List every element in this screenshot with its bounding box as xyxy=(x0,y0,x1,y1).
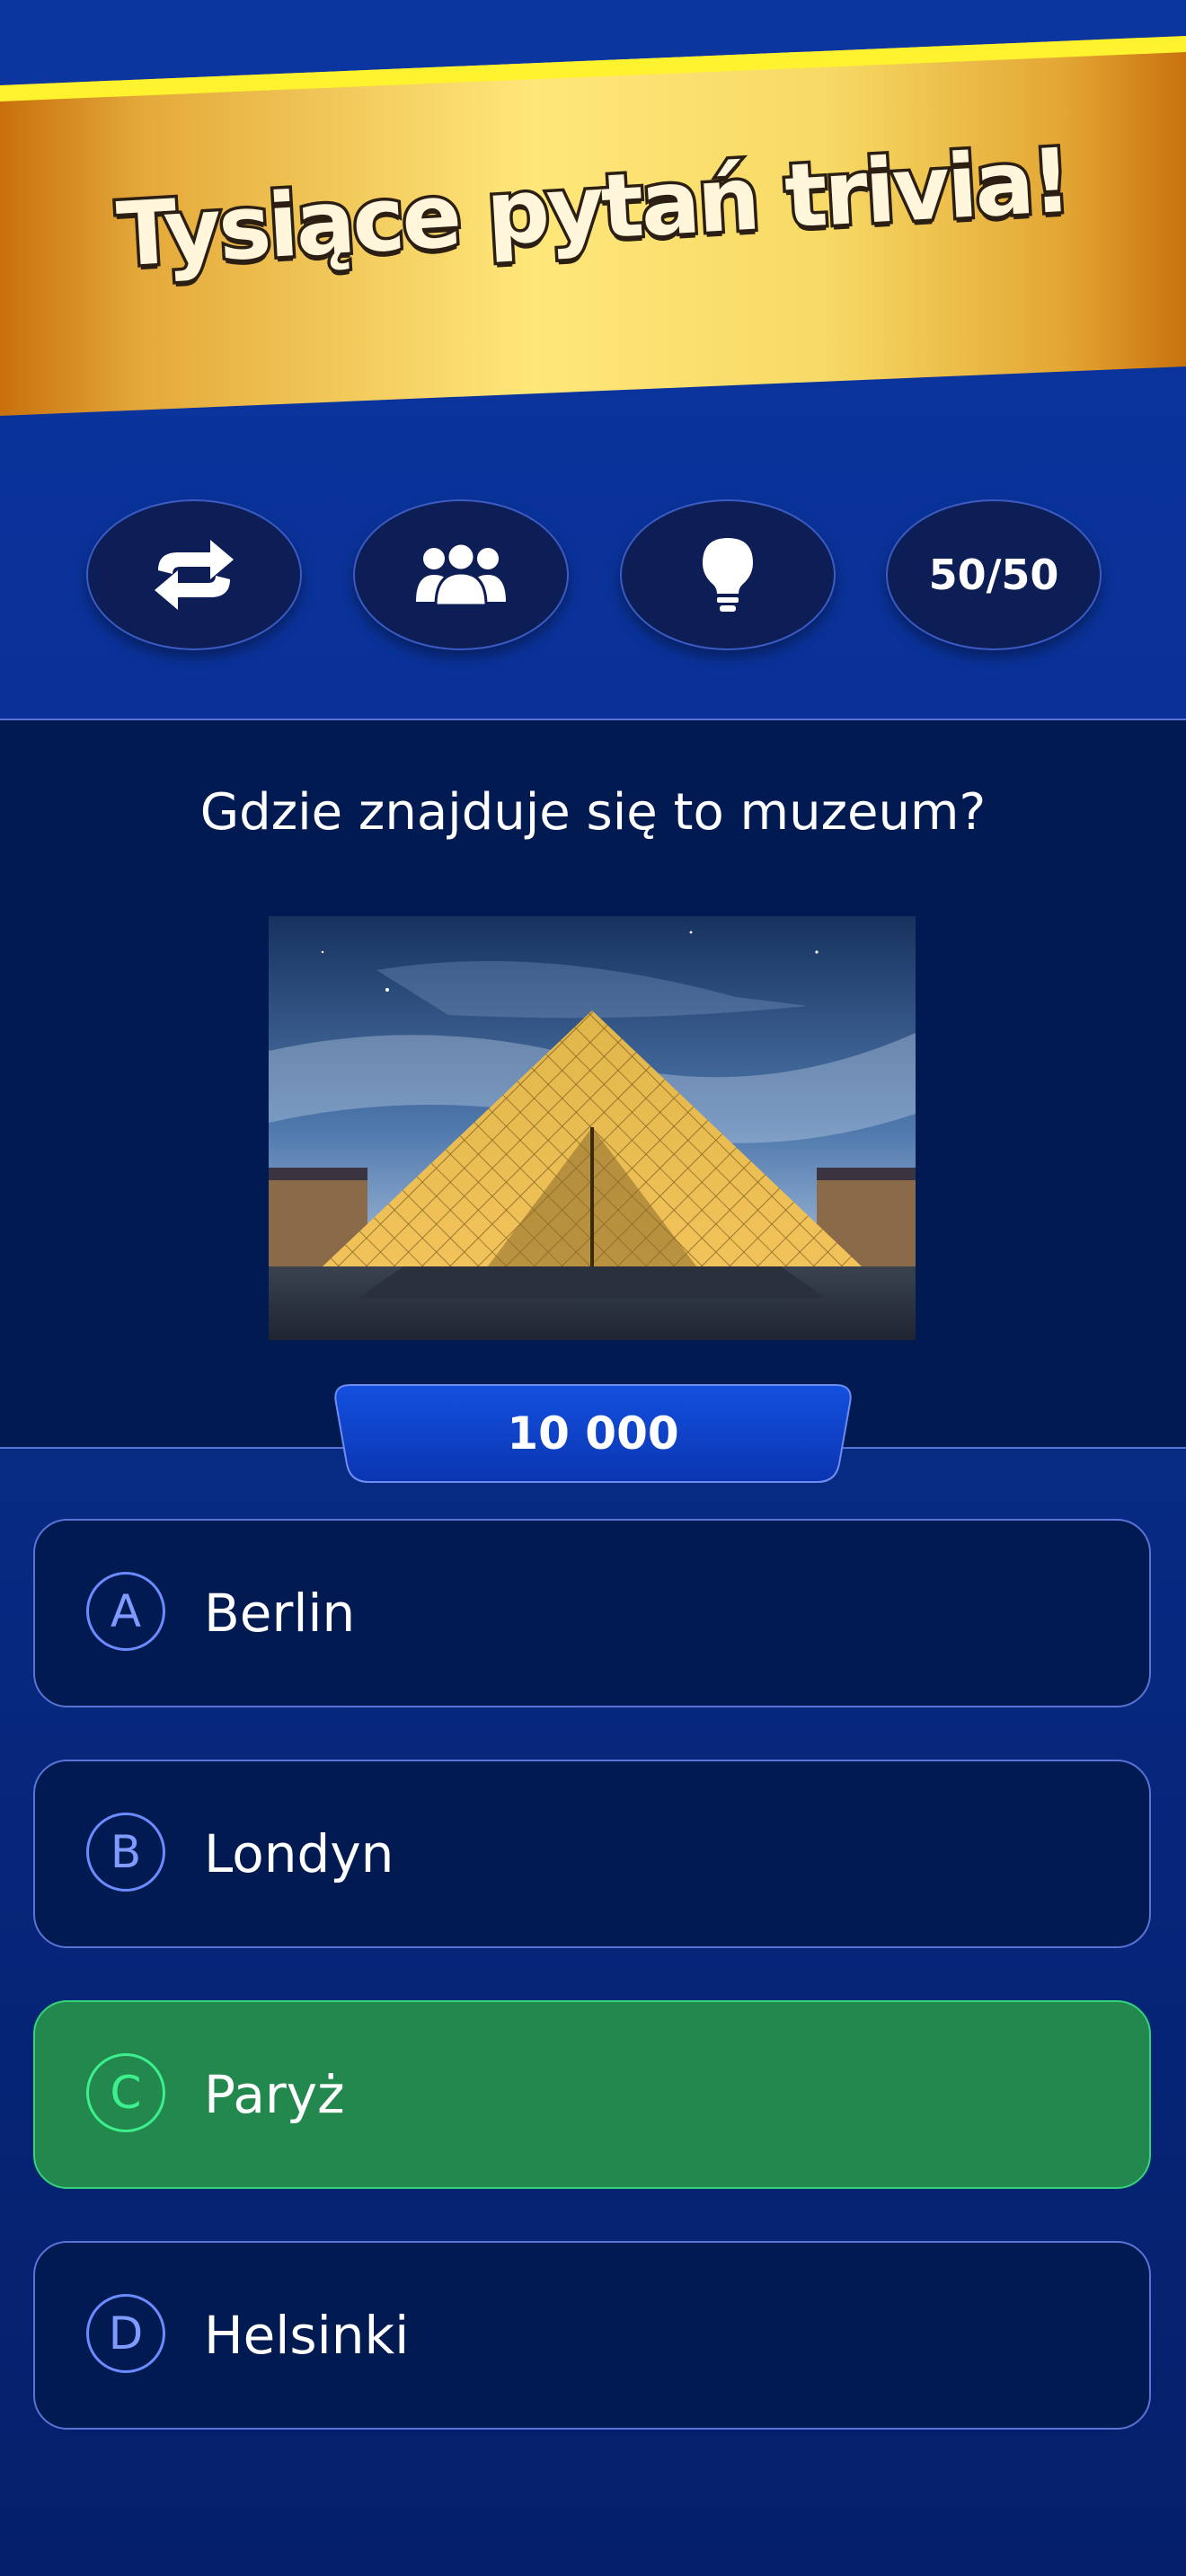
prize-amount: 10 000 xyxy=(507,1407,679,1460)
answer-option-b[interactable]: B Londyn xyxy=(33,1760,1151,1948)
answer-option-d[interactable]: D Helsinki xyxy=(33,2241,1151,2430)
answer-letter: B xyxy=(86,1813,165,1892)
ask-audience-button[interactable] xyxy=(353,499,569,650)
louvre-pyramid-photo xyxy=(269,916,916,1340)
prize-badge: 10 000 xyxy=(331,1383,855,1484)
lifelines-bar: 50/50 xyxy=(0,499,1186,652)
swap-question-button[interactable] xyxy=(86,499,302,650)
hint-button[interactable] xyxy=(620,499,836,650)
top-section: Tysiące pytań trivia! 50/50 xyxy=(0,0,1186,719)
answer-option-a[interactable]: A Berlin xyxy=(33,1519,1151,1707)
swap-arrows-icon xyxy=(155,540,234,610)
answer-text: Paryż xyxy=(204,2064,345,2125)
answer-letter: A xyxy=(86,1572,165,1651)
question-panel: Gdzie znajduje się to muzeum? xyxy=(0,720,1186,1448)
lightbulb-icon xyxy=(703,538,753,612)
question-image xyxy=(269,916,916,1340)
answer-letter: D xyxy=(86,2294,165,2373)
answer-text: Helsinki xyxy=(204,2305,410,2366)
answer-text: Berlin xyxy=(204,1583,356,1644)
question-text: Gdzie znajduje się to muzeum? xyxy=(199,783,987,842)
answer-text: Londyn xyxy=(204,1823,394,1884)
fifty-fifty-button[interactable]: 50/50 xyxy=(886,499,1102,650)
title-banner: Tysiące pytań trivia! xyxy=(0,0,1186,431)
fifty-fifty-label: 50/50 xyxy=(928,551,1059,599)
answer-option-c[interactable]: C Paryż xyxy=(33,2000,1151,2189)
answer-letter: C xyxy=(86,2053,165,2132)
audience-icon xyxy=(416,543,506,607)
